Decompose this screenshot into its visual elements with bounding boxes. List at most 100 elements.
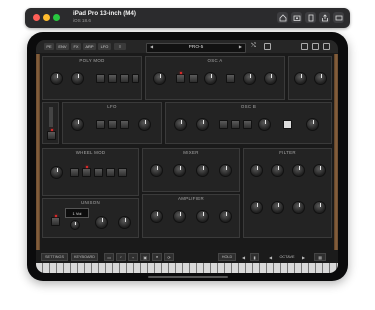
octave-up-icon[interactable]: ▶ <box>299 253 308 261</box>
osc-a-pw-knob[interactable] <box>204 72 217 85</box>
tab-lfo[interactable]: LFO <box>98 43 111 50</box>
osc-b-lo-freq-button[interactable] <box>283 120 292 129</box>
screenshot-icon[interactable] <box>291 12 302 23</box>
menu-icon[interactable] <box>323 43 330 50</box>
loop-icon[interactable]: ⟳ <box>164 253 174 261</box>
osc-a-fine-knob[interactable] <box>243 72 256 85</box>
wheel-mod-freq-b-button[interactable] <box>82 166 91 177</box>
amp-decay-knob[interactable] <box>173 210 186 223</box>
filter-release-knob[interactable] <box>313 201 326 214</box>
poly-mod-freq-a-button[interactable] <box>96 74 105 83</box>
osc-b-saw-button[interactable] <box>219 120 228 129</box>
mixer-sliders-icon[interactable]: ≡ <box>114 43 126 50</box>
unison-voices-display[interactable]: 1 Voi <box>65 208 89 218</box>
lfo-shape-2-button[interactable] <box>108 120 117 129</box>
mixer-osc-a-knob[interactable] <box>150 164 163 177</box>
osc-b-pulse-button[interactable] <box>243 120 252 129</box>
pitch-slider[interactable] <box>49 107 53 127</box>
unison-spread-knob[interactable] <box>118 216 131 229</box>
octave-down-small-icon[interactable]: ◀ <box>239 253 248 261</box>
unison-detune-knob[interactable] <box>95 216 108 229</box>
filter-kbd-knob[interactable] <box>313 164 326 177</box>
lfo-amount-knob[interactable] <box>138 118 151 131</box>
octave-down-icon[interactable]: ◀ <box>266 253 275 261</box>
save-icon[interactable] <box>264 43 271 50</box>
tab-pe[interactable]: PE <box>44 43 54 50</box>
filter-resonance-knob[interactable] <box>271 164 284 177</box>
glide-knob[interactable] <box>314 72 327 85</box>
transport-icon-1[interactable]: ▭ <box>104 253 114 261</box>
amplifier-title: AMPLIFIER <box>178 196 204 201</box>
transport-icon-3[interactable]: ⌁ <box>128 253 138 261</box>
osc-a-saw-button[interactable] <box>176 72 185 83</box>
filter-decay-knob[interactable] <box>271 201 284 214</box>
help-icon[interactable] <box>301 43 308 50</box>
mixer-ext-knob[interactable] <box>219 164 232 177</box>
settings-button[interactable]: SETTINGS <box>41 253 68 261</box>
release-button[interactable] <box>47 129 56 140</box>
osc-b-tri-button[interactable] <box>231 120 240 129</box>
random-icon[interactable]: ⤭ <box>250 43 257 50</box>
mixer-noise-knob[interactable] <box>196 164 209 177</box>
poly-mod-filter-button[interactable] <box>120 74 129 83</box>
osc-a-freq-knob[interactable] <box>153 72 166 85</box>
rotate-icon[interactable] <box>305 12 316 23</box>
record-icon[interactable]: ● <box>152 253 162 261</box>
wheel-mod-pw-a-button[interactable] <box>94 168 103 177</box>
octave-mid-button[interactable]: ▮ <box>250 253 259 261</box>
close-window-button[interactable] <box>33 14 40 21</box>
osc-b-freq-knob[interactable] <box>174 118 187 131</box>
wheel-mod-filter-button[interactable] <box>118 168 127 177</box>
osc-b-title: OSC B <box>240 104 257 109</box>
poly-mod-extra-button[interactable] <box>132 74 139 83</box>
settings-icon[interactable] <box>312 43 319 50</box>
tab-arp[interactable]: ARP <box>83 43 96 50</box>
wheel-mod-source-mix-knob[interactable] <box>50 166 63 179</box>
output-volume-knob[interactable] <box>294 72 307 85</box>
app-topbar: PE ENV FX ARP LFO ≡ ◀ PRO-5 ▶ ⤭ <box>36 40 338 53</box>
keyboard-button[interactable]: KEYBOARD <box>71 253 98 261</box>
filter-env-amount-knob[interactable] <box>292 164 305 177</box>
preset-prev-icon[interactable]: ◀ <box>150 44 153 49</box>
zoom-window-button[interactable] <box>53 14 60 21</box>
piano-icon[interactable]: ▦ <box>314 253 326 261</box>
transport-icon-2[interactable]: ♪ <box>116 253 126 261</box>
filter-cutoff-knob[interactable] <box>250 164 263 177</box>
unison-on-button[interactable] <box>51 215 60 226</box>
share-icon[interactable] <box>319 12 330 23</box>
amp-attack-knob[interactable] <box>150 210 163 223</box>
amp-release-knob[interactable] <box>219 210 232 223</box>
hold-button[interactable]: HOLD <box>218 253 236 261</box>
lfo-rate-knob[interactable] <box>71 118 84 131</box>
transport-icon-4[interactable]: ▣ <box>140 253 150 261</box>
minimize-window-button[interactable] <box>43 14 50 21</box>
master-panel <box>288 56 332 100</box>
wheel-mod-freq-a-button[interactable] <box>70 168 79 177</box>
preset-next-icon[interactable]: ▶ <box>239 44 242 49</box>
mixer-osc-b-knob[interactable] <box>173 164 186 177</box>
osc-b-fine-knob[interactable] <box>196 118 209 131</box>
osc-a-pulse-button[interactable] <box>189 74 198 83</box>
piano-keyboard-strip[interactable] <box>36 263 338 273</box>
osc-a-sync-button[interactable] <box>226 74 235 83</box>
lfo-shape-3-button[interactable] <box>120 120 129 129</box>
filter-sustain-knob[interactable] <box>292 201 305 214</box>
home-icon[interactable] <box>277 12 288 23</box>
lfo-shape-1-button[interactable] <box>96 120 105 129</box>
pitch-wheel-panel <box>42 102 59 144</box>
preset-selector[interactable]: ◀ PRO-5 ▶ <box>146 42 246 53</box>
osc-b-kbd-knob[interactable] <box>306 118 319 131</box>
simulator-titlebar: iPad Pro 13-inch (M4) iOS 18.6 <box>25 8 350 28</box>
wheel-mod-pw-b-button[interactable] <box>106 168 115 177</box>
tab-env[interactable]: ENV <box>56 43 69 50</box>
unison-voices-knob[interactable] <box>70 220 80 230</box>
osc-b-pw-knob[interactable] <box>258 118 271 131</box>
keyboard-icon[interactable] <box>333 12 344 23</box>
poly-mod-osc-b-knob[interactable] <box>71 72 84 85</box>
tab-fx[interactable]: FX <box>71 43 81 50</box>
filter-attack-knob[interactable] <box>250 201 263 214</box>
poly-mod-filter-env-knob[interactable] <box>50 72 63 85</box>
osc-a-spread-knob[interactable] <box>264 72 277 85</box>
poly-mod-pw-a-button[interactable] <box>108 74 117 83</box>
amp-sustain-knob[interactable] <box>196 210 209 223</box>
